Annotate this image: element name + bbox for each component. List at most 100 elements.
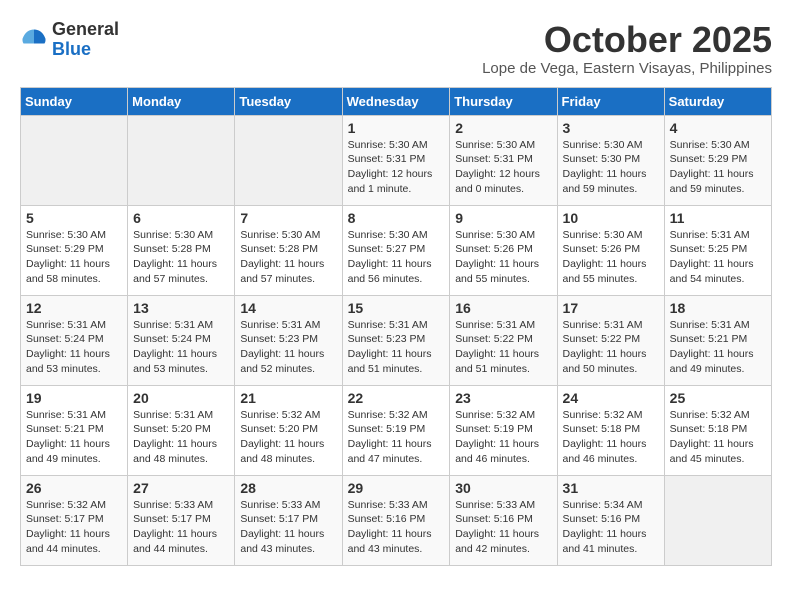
weekday-header: Thursday xyxy=(450,87,557,115)
day-number: 6 xyxy=(133,210,229,226)
calendar-cell xyxy=(128,115,235,205)
day-info: Sunrise: 5:33 AM Sunset: 5:16 PM Dayligh… xyxy=(455,498,551,557)
day-number: 13 xyxy=(133,300,229,316)
day-number: 3 xyxy=(563,120,659,136)
calendar-cell: 11 Sunrise: 5:31 AM Sunset: 5:25 PM Dayli… xyxy=(664,205,771,295)
day-number: 28 xyxy=(240,480,336,496)
day-info: Sunrise: 5:30 AM Sunset: 5:28 PM Dayligh… xyxy=(133,228,229,287)
day-number: 22 xyxy=(348,390,445,406)
weekday-header: Saturday xyxy=(664,87,771,115)
day-info: Sunrise: 5:33 AM Sunset: 5:17 PM Dayligh… xyxy=(133,498,229,557)
day-info: Sunrise: 5:32 AM Sunset: 5:17 PM Dayligh… xyxy=(26,498,122,557)
day-number: 30 xyxy=(455,480,551,496)
day-info: Sunrise: 5:30 AM Sunset: 5:29 PM Dayligh… xyxy=(670,138,766,197)
calendar-cell xyxy=(664,475,771,565)
calendar-cell: 23 Sunrise: 5:32 AM Sunset: 5:19 PM Dayli… xyxy=(450,385,557,475)
calendar-cell: 30 Sunrise: 5:33 AM Sunset: 5:16 PM Dayli… xyxy=(450,475,557,565)
calendar-cell: 17 Sunrise: 5:31 AM Sunset: 5:22 PM Dayli… xyxy=(557,295,664,385)
day-info: Sunrise: 5:33 AM Sunset: 5:17 PM Dayligh… xyxy=(240,498,336,557)
day-number: 18 xyxy=(670,300,766,316)
calendar-cell: 2 Sunrise: 5:30 AM Sunset: 5:31 PM Daylig… xyxy=(450,115,557,205)
calendar-cell: 20Sunrise: 5:31 AM Sunset: 5:20 PM Dayli… xyxy=(128,385,235,475)
day-number: 7 xyxy=(240,210,336,226)
day-number: 14 xyxy=(240,300,336,316)
calendar-cell: 10Sunrise: 5:30 AM Sunset: 5:26 PM Dayli… xyxy=(557,205,664,295)
day-number: 31 xyxy=(563,480,659,496)
logo-icon xyxy=(20,26,48,54)
day-number: 17 xyxy=(563,300,659,316)
day-number: 16 xyxy=(455,300,551,316)
day-number: 26 xyxy=(26,480,122,496)
day-number: 2 xyxy=(455,120,551,136)
day-info: Sunrise: 5:30 AM Sunset: 5:31 PM Dayligh… xyxy=(348,138,445,197)
calendar-cell: 28 Sunrise: 5:33 AM Sunset: 5:17 PM Dayli… xyxy=(235,475,342,565)
logo-general: General xyxy=(52,20,119,40)
weekday-header: Tuesday xyxy=(235,87,342,115)
day-info: Sunrise: 5:31 AM Sunset: 5:21 PM Dayligh… xyxy=(670,318,766,377)
day-number: 1 xyxy=(348,120,445,136)
calendar-week-row: 1 Sunrise: 5:30 AM Sunset: 5:31 PM Daylig… xyxy=(21,115,772,205)
weekday-header: Friday xyxy=(557,87,664,115)
day-info: Sunrise: 5:32 AM Sunset: 5:18 PM Dayligh… xyxy=(563,408,659,467)
day-info: Sunrise: 5:30 AM Sunset: 5:28 PM Dayligh… xyxy=(240,228,336,287)
weekday-header-row: SundayMondayTuesdayWednesdayThursdayFrid… xyxy=(21,87,772,115)
day-number: 19 xyxy=(26,390,122,406)
day-info: Sunrise: 5:31 AM Sunset: 5:22 PM Dayligh… xyxy=(563,318,659,377)
weekday-header: Wednesday xyxy=(342,87,450,115)
day-info: Sunrise: 5:32 AM Sunset: 5:18 PM Dayligh… xyxy=(670,408,766,467)
calendar-cell: 27 Sunrise: 5:33 AM Sunset: 5:17 PM Dayli… xyxy=(128,475,235,565)
logo: General Blue xyxy=(20,20,119,60)
calendar-cell: 12Sunrise: 5:31 AM Sunset: 5:24 PM Dayli… xyxy=(21,295,128,385)
day-number: 23 xyxy=(455,390,551,406)
day-info: Sunrise: 5:30 AM Sunset: 5:31 PM Dayligh… xyxy=(455,138,551,197)
calendar-week-row: 19 Sunrise: 5:31 AM Sunset: 5:21 PM Dayli… xyxy=(21,385,772,475)
calendar-cell: 3 Sunrise: 5:30 AM Sunset: 5:30 PM Daylig… xyxy=(557,115,664,205)
calendar-cell: 25 Sunrise: 5:32 AM Sunset: 5:18 PM Dayli… xyxy=(664,385,771,475)
calendar-cell: 5 Sunrise: 5:30 AM Sunset: 5:29 PM Daylig… xyxy=(21,205,128,295)
calendar-cell: 14 Sunrise: 5:31 AM Sunset: 5:23 PM Dayli… xyxy=(235,295,342,385)
day-number: 8 xyxy=(348,210,445,226)
calendar-cell: 6 Sunrise: 5:30 AM Sunset: 5:28 PM Daylig… xyxy=(128,205,235,295)
logo-blue: Blue xyxy=(52,40,119,60)
calendar-cell: 26 Sunrise: 5:32 AM Sunset: 5:17 PM Dayli… xyxy=(21,475,128,565)
day-info: Sunrise: 5:32 AM Sunset: 5:20 PM Dayligh… xyxy=(240,408,336,467)
weekday-header: Monday xyxy=(128,87,235,115)
title-block: October 2025 Lope de Vega, Eastern Visay… xyxy=(482,20,772,77)
day-info: Sunrise: 5:31 AM Sunset: 5:21 PM Dayligh… xyxy=(26,408,122,467)
day-info: Sunrise: 5:31 AM Sunset: 5:25 PM Dayligh… xyxy=(670,228,766,287)
weekday-header: Sunday xyxy=(21,87,128,115)
day-info: Sunrise: 5:31 AM Sunset: 5:20 PM Dayligh… xyxy=(133,408,229,467)
calendar-cell: 18 Sunrise: 5:31 AM Sunset: 5:21 PM Dayli… xyxy=(664,295,771,385)
calendar-cell: 22Sunrise: 5:32 AM Sunset: 5:19 PM Dayli… xyxy=(342,385,450,475)
location: Lope de Vega, Eastern Visayas, Philippin… xyxy=(482,60,772,77)
calendar-cell: 1 Sunrise: 5:30 AM Sunset: 5:31 PM Daylig… xyxy=(342,115,450,205)
day-number: 25 xyxy=(670,390,766,406)
day-info: Sunrise: 5:30 AM Sunset: 5:29 PM Dayligh… xyxy=(26,228,122,287)
day-info: Sunrise: 5:31 AM Sunset: 5:23 PM Dayligh… xyxy=(348,318,445,377)
day-info: Sunrise: 5:30 AM Sunset: 5:30 PM Dayligh… xyxy=(563,138,659,197)
day-info: Sunrise: 5:34 AM Sunset: 5:16 PM Dayligh… xyxy=(563,498,659,557)
day-number: 29 xyxy=(348,480,445,496)
calendar-cell: 29 Sunrise: 5:33 AM Sunset: 5:16 PM Dayli… xyxy=(342,475,450,565)
day-number: 5 xyxy=(26,210,122,226)
day-info: Sunrise: 5:32 AM Sunset: 5:19 PM Dayligh… xyxy=(455,408,551,467)
page-header: General Blue October 2025 Lope de Vega, … xyxy=(20,20,772,77)
calendar-cell xyxy=(235,115,342,205)
calendar-week-row: 12Sunrise: 5:31 AM Sunset: 5:24 PM Dayli… xyxy=(21,295,772,385)
calendar-cell: 31 Sunrise: 5:34 AM Sunset: 5:16 PM Dayli… xyxy=(557,475,664,565)
day-number: 27 xyxy=(133,480,229,496)
day-number: 4 xyxy=(670,120,766,136)
logo-text: General Blue xyxy=(52,20,119,60)
calendar-cell: 13 Sunrise: 5:31 AM Sunset: 5:24 PM Dayli… xyxy=(128,295,235,385)
day-info: Sunrise: 5:31 AM Sunset: 5:23 PM Dayligh… xyxy=(240,318,336,377)
day-info: Sunrise: 5:31 AM Sunset: 5:24 PM Dayligh… xyxy=(133,318,229,377)
day-number: 11 xyxy=(670,210,766,226)
calendar-week-row: 26 Sunrise: 5:32 AM Sunset: 5:17 PM Dayli… xyxy=(21,475,772,565)
calendar-cell: 16Sunrise: 5:31 AM Sunset: 5:22 PM Dayli… xyxy=(450,295,557,385)
day-number: 21 xyxy=(240,390,336,406)
day-info: Sunrise: 5:33 AM Sunset: 5:16 PM Dayligh… xyxy=(348,498,445,557)
calendar-cell: 19 Sunrise: 5:31 AM Sunset: 5:21 PM Dayli… xyxy=(21,385,128,475)
day-info: Sunrise: 5:30 AM Sunset: 5:26 PM Dayligh… xyxy=(455,228,551,287)
calendar-cell xyxy=(21,115,128,205)
day-number: 9 xyxy=(455,210,551,226)
